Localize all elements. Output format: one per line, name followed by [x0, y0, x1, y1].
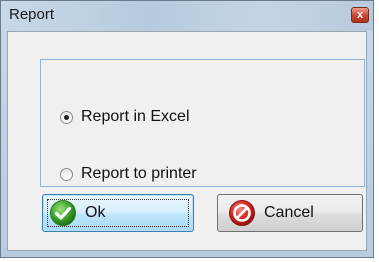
close-button[interactable]: x	[351, 7, 369, 23]
cancel-button-label: Cancel	[264, 204, 314, 221]
green-checkmark-icon	[50, 200, 76, 226]
ok-button[interactable]: Ok	[42, 194, 194, 232]
radio-label-excel: Report in Excel	[81, 108, 190, 125]
title-bar[interactable]: Report x	[1, 1, 373, 31]
radio-report-in-excel[interactable]: Report in Excel	[60, 107, 190, 127]
report-dialog: Report x Report in Excel Report to print…	[0, 0, 374, 258]
close-icon: x	[356, 9, 364, 21]
radio-unselected-icon[interactable]	[60, 167, 73, 181]
report-options-group: Report in Excel Report to printer	[40, 59, 365, 187]
red-prohibition-icon	[229, 200, 255, 226]
radio-report-to-printer[interactable]: Report to printer	[60, 164, 197, 184]
radio-selected-icon[interactable]	[60, 110, 73, 124]
radio-label-printer: Report to printer	[81, 165, 197, 182]
ok-button-label: Ok	[85, 204, 106, 221]
window-title: Report	[9, 6, 55, 23]
cancel-button[interactable]: Cancel	[217, 194, 363, 232]
dialog-body: Report in Excel Report to printer Ok Can…	[7, 31, 367, 251]
